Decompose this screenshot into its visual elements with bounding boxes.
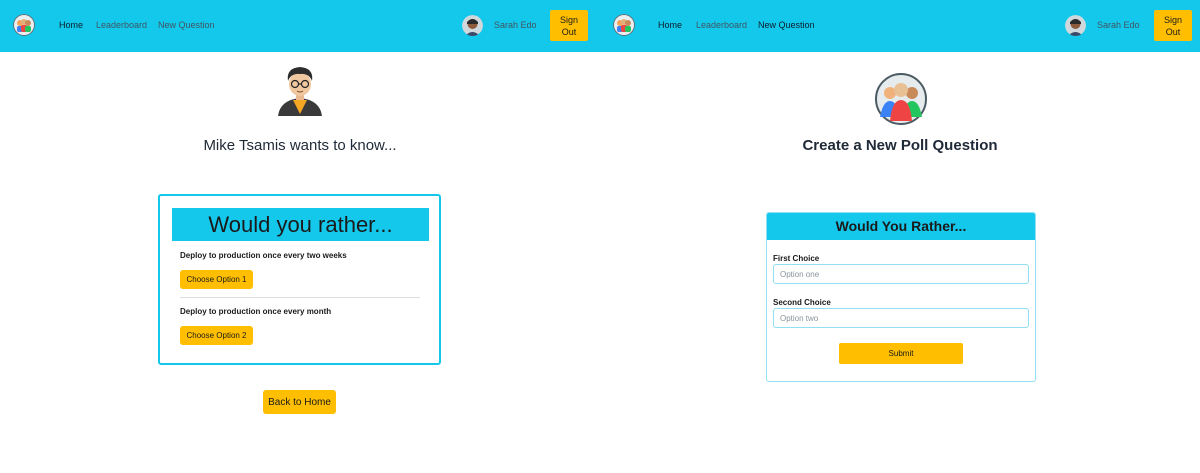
group-logo-icon[interactable] [13,14,35,36]
new-question-form: Would You Rather... First Choice Second … [766,212,1036,382]
poll-answer-screen: Home Leaderboard New Question Sarah Edo … [0,0,600,473]
first-choice-input[interactable] [773,264,1029,284]
author-avatar-icon [278,67,322,116]
page-title: Create a New Poll Question [802,137,998,154]
nav-new-question-link[interactable]: New Question [158,20,215,30]
user-name: Sarah Edo [494,20,537,30]
first-choice-label: First Choice [773,254,820,263]
nav-leaderboard-link[interactable]: Leaderboard [696,20,747,30]
nav-new-question-link[interactable]: New Question [758,20,815,30]
question-card: Would you rather... Deploy to production… [158,194,441,365]
choose-option-1-button[interactable]: Choose Option 1 [180,270,253,289]
back-to-home-button[interactable]: Back to Home [263,390,336,414]
new-question-screen: Home Leaderboard New Question Sarah Edo … [600,0,1200,473]
choose-option-2-button[interactable]: Choose Option 2 [180,326,253,345]
nav-home-link[interactable]: Home [59,20,83,30]
group-logo-icon[interactable] [613,14,635,36]
would-you-rather-heading: Would you rather... [172,208,429,241]
option-divider [180,297,420,298]
nav-home-link[interactable]: Home [658,20,682,30]
user-avatar-icon [462,15,483,36]
option-two-text: Deploy to production once every month [180,307,332,316]
navbar: Home Leaderboard New Question Sarah Edo … [600,0,1200,52]
poll-author-heading: Mike Tsamis wants to know... [203,137,397,154]
form-heading: Would You Rather... [767,213,1035,240]
option-one-text: Deploy to production once every two week… [180,251,347,260]
user-name: Sarah Edo [1097,20,1140,30]
sign-out-button[interactable]: Sign Out [1154,10,1192,41]
user-avatar-icon [1065,15,1086,36]
navbar: Home Leaderboard New Question Sarah Edo … [0,0,600,52]
second-choice-label: Second Choice [773,298,831,307]
nav-leaderboard-link[interactable]: Leaderboard [96,20,147,30]
submit-button[interactable]: Submit [839,343,963,364]
group-avatar-icon [875,73,927,125]
sign-out-button[interactable]: Sign Out [550,10,588,41]
second-choice-input[interactable] [773,308,1029,328]
